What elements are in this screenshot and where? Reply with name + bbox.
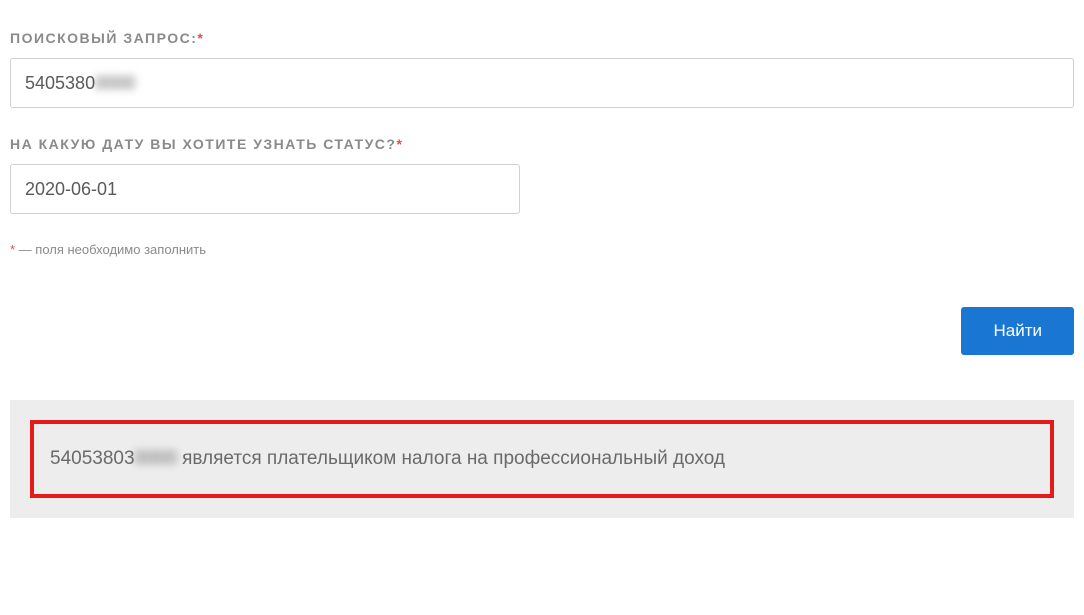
search-query-group: ПОИСКОВЫЙ ЗАПРОС:* 54053800000 — [10, 30, 1074, 108]
result-text: 540538030000 является плательщиком налог… — [50, 448, 1034, 470]
search-input[interactable]: 54053800000 — [10, 58, 1074, 108]
search-value-hidden: 0000 — [95, 73, 135, 94]
result-message: является плательщиком налога на професси… — [177, 448, 725, 469]
result-panel: 540538030000 является плательщиком налог… — [10, 400, 1074, 518]
required-note: * — поля необходимо заполнить — [10, 242, 1074, 257]
result-box: 540538030000 является плательщиком налог… — [30, 420, 1054, 498]
required-marker: * — [197, 30, 204, 46]
search-value-prefix: 5405380 — [25, 73, 95, 94]
button-row: Найти — [10, 307, 1074, 355]
required-marker: * — [396, 136, 403, 152]
date-label: НА КАКУЮ ДАТУ ВЫ ХОТИТЕ УЗНАТЬ СТАТУС?* — [10, 136, 1074, 152]
result-id-hidden: 0000 — [135, 448, 177, 470]
search-button[interactable]: Найти — [961, 307, 1074, 355]
date-group: НА КАКУЮ ДАТУ ВЫ ХОТИТЕ УЗНАТЬ СТАТУС?* — [10, 136, 1074, 214]
note-text: — поля необходимо заполнить — [15, 242, 206, 257]
search-query-label: ПОИСКОВЫЙ ЗАПРОС:* — [10, 30, 1074, 46]
date-label-text: НА КАКУЮ ДАТУ ВЫ ХОТИТЕ УЗНАТЬ СТАТУС? — [10, 136, 396, 152]
search-label-text: ПОИСКОВЫЙ ЗАПРОС: — [10, 30, 197, 46]
result-id-prefix: 54053803 — [50, 448, 135, 469]
date-input[interactable] — [10, 164, 520, 214]
